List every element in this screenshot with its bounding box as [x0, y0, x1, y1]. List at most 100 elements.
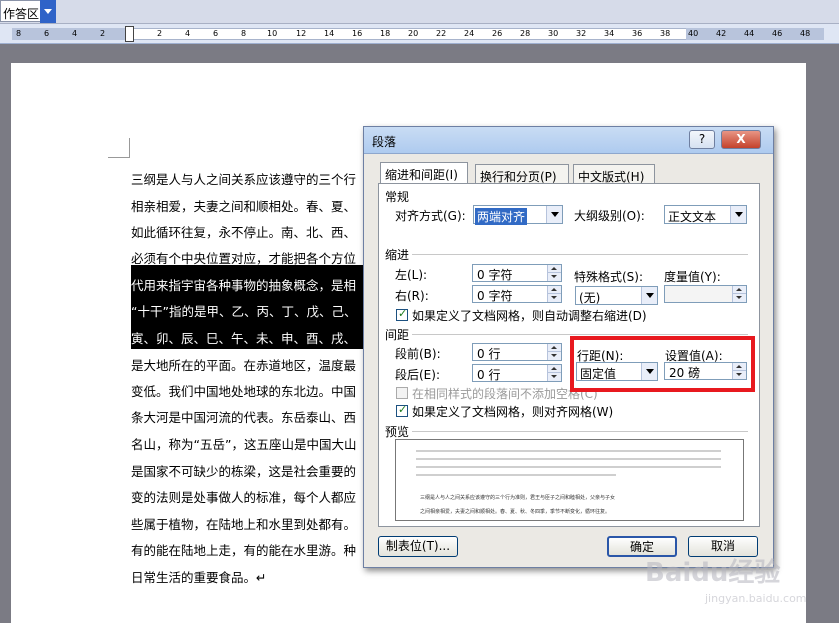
dialog-title: 段落 [372, 135, 397, 149]
spin-up-icon[interactable] [547, 265, 561, 273]
doc-line: 三纲是人与人之间关系应该遵守的三个行 [131, 172, 357, 187]
paragraph-preview: 三纲是人与人之间关系应该遵守的三个行为准则，君王与臣子之间和睦相处，父亲与子女 … [395, 439, 744, 521]
snap-to-grid-checkbox[interactable] [396, 403, 408, 417]
ruler-tick-label: 18 [380, 29, 391, 38]
chevron-down-icon [641, 287, 657, 304]
watermark-brand: Baidu经验 [645, 558, 781, 588]
section-general: 常规 [385, 190, 410, 204]
alignment-label: 对齐方式(G): [395, 209, 466, 223]
alignment-value: 两端对齐 [475, 208, 528, 225]
space-before-value: 0 行 [477, 347, 501, 361]
alignment-select[interactable]: 两端对齐 [473, 205, 563, 225]
spin-up-icon[interactable] [732, 286, 746, 294]
doc-line: 变的法则是处事做人的标准，每个人都应 [131, 490, 357, 505]
ruler-tick-label: 20 [408, 29, 419, 38]
ruler-tick-label: 22 [436, 29, 447, 38]
ruler-tick-label: 4 [185, 29, 191, 38]
special-format-value: (无) [579, 291, 601, 305]
spin-down-icon[interactable] [547, 294, 561, 302]
section-divider [412, 334, 748, 335]
preview-placeholder-line [416, 458, 721, 460]
doc-line: 相亲相爱，夫妻之间和顺相处。春、夏、 [131, 199, 357, 214]
ruler-tick-label: 8 [16, 29, 22, 38]
ruler-tick-label: 36 [632, 29, 643, 38]
outline-level-label: 大纲级别(O): [574, 209, 645, 223]
spin-down-icon[interactable] [547, 352, 561, 360]
tab-asian-typography[interactable]: 中文版式(H) [573, 164, 655, 184]
spin-down-icon[interactable] [547, 273, 561, 281]
spin-down-icon[interactable] [547, 373, 561, 381]
chevron-down-icon [730, 206, 746, 223]
space-after-spinner[interactable]: 0 行 [472, 364, 562, 382]
section-divider [412, 431, 748, 432]
doc-line: 是国家不可缺少的栋梁，这是社会重要的 [131, 464, 357, 479]
watermark-url: jingyan.baidu.com [705, 592, 807, 605]
auto-adjust-label: 如果定义了文档网格，则自动调整右缩进(D) [412, 309, 647, 323]
preview-sample-text: 三纲是人与人之间关系应该遵守的三个行为准则，君王与臣子之间和睦相处，父亲与子女 [420, 495, 616, 501]
ruler-tick-label: 8 [241, 29, 247, 38]
doc-line: 是大地所在的平面。在赤道地区，温度最 [131, 358, 357, 373]
indent-right-value: 0 字符 [477, 289, 513, 303]
indent-left-spinner[interactable]: 0 字符 [472, 264, 562, 282]
toolbar-dropdown-button[interactable] [40, 0, 56, 23]
annotation-highlight-box [570, 336, 755, 392]
spin-up-icon[interactable] [547, 344, 561, 352]
space-after-label: 段后(E): [395, 368, 440, 382]
preview-placeholder-line [416, 450, 721, 452]
indent-right-label: 右(R): [395, 289, 429, 303]
top-toolbar: 作答区 [0, 0, 839, 24]
doc-line: 日常生活的重要食品。↵ [131, 570, 267, 585]
ruler-left-margin [12, 28, 129, 40]
no-space-same-style-checkbox[interactable] [396, 387, 408, 399]
ruler-tick-label: 4 [72, 29, 78, 38]
doc-line-selected: 寅、卯、辰、巳、午、未、申、酉、戌、 [131, 331, 357, 346]
measure-spinner[interactable] [664, 285, 747, 303]
doc-line: 条大河是中国河流的代表。东岳泰山、西 [131, 410, 357, 425]
space-after-value: 0 行 [477, 368, 501, 382]
ruler-tick-label: 14 [324, 29, 335, 38]
dialog-titlebar[interactable]: 段落 ? X [364, 127, 773, 154]
indent-left-value: 0 字符 [477, 268, 513, 282]
measure-label: 度量值(Y): [664, 270, 721, 284]
ruler-tick-label: 6 [44, 29, 50, 38]
tab-indent-spacing[interactable]: 缩进和间距(I) [380, 162, 468, 184]
doc-line: 如此循环往复，永不停止。南、北、西、 [131, 225, 357, 240]
spin-up-icon[interactable] [547, 365, 561, 373]
doc-line: 有的能在陆地上走，有的能在水里游。种 [131, 543, 357, 558]
indent-marker[interactable] [125, 26, 134, 42]
ruler-tick-label: 46 [772, 29, 783, 38]
indent-right-spinner[interactable]: 0 字符 [472, 285, 562, 303]
doc-line-selected: “十干”指的是甲、乙、丙、丁、戊、己、 [131, 304, 357, 319]
ruler-tick-label: 42 [716, 29, 727, 38]
indent-left-label: 左(L): [395, 268, 428, 282]
chevron-down-icon [546, 206, 562, 223]
outline-level-value: 正文文本 [668, 210, 717, 224]
doc-line: 变低。我们中国地处地球的东北边。中国 [131, 384, 357, 399]
horizontal-ruler[interactable]: 8 6 4 2 2 4 6 8 10 12 14 16 18 20 22 24 26 28 30 32 34 36 38 40… [0, 24, 839, 44]
auto-adjust-checkbox[interactable] [396, 307, 408, 321]
ruler-tick-label: 6 [213, 29, 219, 38]
doc-line-selected: 代用来指宇宙各种事物的抽象概念，是相 [131, 278, 357, 293]
ruler-tick-label: 44 [744, 29, 755, 38]
special-format-select[interactable]: (无) [575, 286, 658, 305]
spin-up-icon[interactable] [547, 286, 561, 294]
ruler-tick-label: 2 [100, 29, 106, 38]
spin-down-icon[interactable] [732, 294, 746, 302]
tab-line-page-breaks[interactable]: 换行和分页(P) [475, 164, 569, 184]
section-preview: 预览 [385, 425, 410, 439]
outline-level-select[interactable]: 正文文本 [664, 205, 747, 224]
special-format-label: 特殊格式(S): [574, 270, 644, 284]
ruler-tick-label: 30 [548, 29, 559, 38]
ruler-tick-label: 48 [800, 29, 811, 38]
section-spacing: 间距 [385, 328, 410, 342]
preview-placeholder-line [416, 474, 616, 476]
close-button[interactable]: X [721, 130, 761, 149]
tab-stops-button[interactable]: 制表位(T)... [378, 536, 458, 557]
preview-sample-text: 之间相亲相爱，夫妻之间和顺相处。春、夏、秋、冬四季，季节不断变化，循环往复。 [420, 509, 611, 515]
chevron-down-icon [44, 9, 52, 14]
ruler-tick-label: 40 [688, 29, 699, 38]
ruler-tick-label: 2 [157, 29, 163, 38]
help-button[interactable]: ? [689, 130, 715, 149]
ruler-tick-label: 26 [492, 29, 503, 38]
space-before-spinner[interactable]: 0 行 [472, 343, 562, 361]
